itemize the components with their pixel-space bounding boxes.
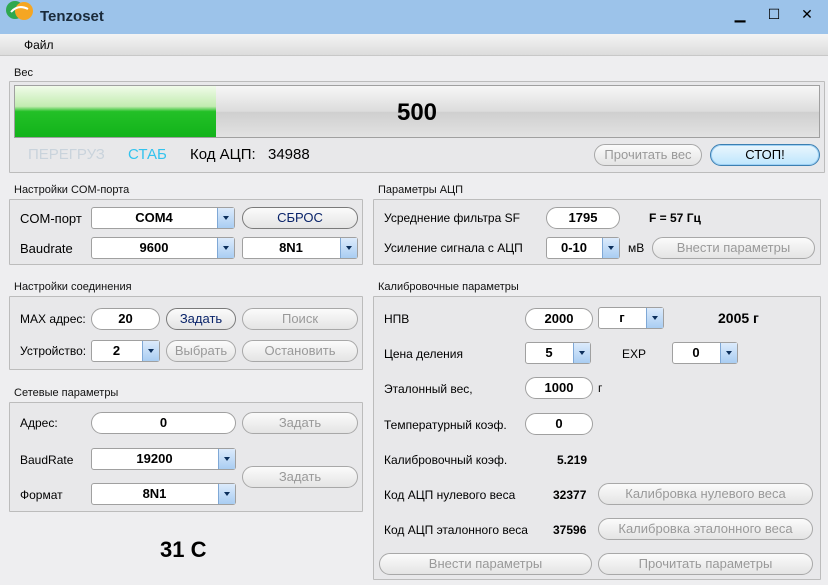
filter-label: Усреднение фильтра SF	[384, 211, 520, 225]
chevron-down-icon[interactable]	[340, 238, 357, 258]
weight-value: 500	[396, 99, 438, 126]
temperature-display: 31 C	[160, 537, 207, 562]
chevron-down-icon[interactable]	[218, 484, 235, 504]
menu-bar: Файл	[0, 34, 828, 56]
stop-button[interactable]: СТОП!	[710, 144, 820, 166]
network-format-value: 8N1	[142, 486, 167, 501]
chevron-down-icon[interactable]	[217, 238, 234, 258]
adc-section-label: Параметры АЦП	[378, 184, 464, 196]
weight-progress-bar: 500	[14, 85, 820, 138]
filter-input[interactable]: 1795	[546, 207, 620, 229]
menu-file[interactable]: Файл	[24, 38, 54, 52]
chevron-down-icon[interactable]	[218, 449, 235, 469]
npv-display: 2005 г	[718, 310, 759, 326]
stop-search-button[interactable]: Остановить	[242, 340, 358, 362]
exp-value: 0	[692, 345, 700, 360]
chevron-down-icon[interactable]	[217, 208, 234, 228]
com-port-label: COM-порт	[20, 211, 82, 226]
app-logo-icon	[6, 1, 33, 20]
apply-calibration-button[interactable]: Внести параметры	[379, 553, 592, 575]
ref-adc-label: Код АЦП эталонного веса	[384, 523, 528, 537]
network-baudrate-label: BaudRate	[20, 453, 74, 467]
npv-unit-value: г	[619, 310, 625, 325]
zero-calibration-button[interactable]: Калибровка нулевого веса	[598, 483, 813, 505]
chevron-down-icon[interactable]	[573, 343, 590, 363]
network-baudrate-value: 19200	[136, 451, 173, 466]
ref-calibration-button[interactable]: Калибровка эталонного веса	[598, 518, 813, 540]
npv-unit-select[interactable]: г	[598, 307, 664, 329]
title-bar: Tenzoset ▁ ☐ ✕	[0, 0, 828, 34]
calibration-section-label: Калибровочные параметры	[378, 281, 519, 293]
select-device-button[interactable]: Выбрать	[166, 340, 236, 362]
com-port-select[interactable]: COM4	[91, 207, 235, 229]
exp-label: EXP	[622, 347, 647, 361]
set-network-button[interactable]: Задать	[242, 466, 358, 488]
connection-section-label: Настройки соединения	[14, 281, 132, 293]
chevron-down-icon[interactable]	[142, 341, 159, 361]
search-button[interactable]: Поиск	[242, 308, 358, 330]
apply-adc-button[interactable]: Внести параметры	[652, 237, 815, 259]
set-address-button[interactable]: Задать	[242, 412, 358, 434]
zero-adc-value: 32377	[553, 488, 587, 502]
close-button[interactable]: ✕	[793, 3, 821, 25]
ref-adc-value: 37596	[553, 523, 587, 537]
format-value: 8N1	[279, 240, 303, 255]
calib-coef-value: 5.219	[557, 453, 588, 467]
address-input[interactable]: 0	[91, 412, 236, 434]
temp-coef-input[interactable]: 0	[525, 413, 593, 435]
network-section-label: Сетевые параметры	[14, 387, 119, 399]
gain-unit: мВ	[628, 241, 645, 255]
stable-indicator: СТАБ	[128, 146, 167, 163]
device-select[interactable]: 2	[91, 340, 160, 362]
device-value: 2	[112, 343, 121, 358]
read-weight-button[interactable]: Прочитать вес	[594, 144, 702, 166]
network-format-select[interactable]: 8N1	[91, 483, 236, 505]
calib-coef-label: Калибровочный коэф.	[384, 453, 508, 467]
com-port-value: COM4	[135, 210, 173, 225]
reset-button[interactable]: СБРОС	[242, 207, 358, 229]
division-value: 5	[545, 345, 553, 360]
temp-coef-label: Температурный коэф.	[384, 418, 507, 432]
division-label: Цена деления	[384, 347, 463, 361]
device-label: Устройство:	[20, 344, 87, 358]
baudrate-value: 9600	[139, 240, 169, 255]
weight-section-label: Вес	[14, 67, 33, 79]
maximize-button[interactable]: ☐	[760, 3, 788, 25]
ref-weight-label: Эталонный вес,	[384, 382, 473, 396]
set-max-address-button[interactable]: Задать	[166, 308, 236, 330]
window-title: Tenzoset	[40, 8, 104, 25]
gain-select[interactable]: 0-10	[546, 237, 620, 259]
frequency-value: F = 57 Гц	[649, 211, 701, 225]
address-label: Адрес:	[20, 416, 58, 430]
network-format-label: Формат	[20, 488, 63, 502]
format-select[interactable]: 8N1	[242, 237, 358, 259]
chevron-down-icon[interactable]	[646, 308, 663, 328]
network-baudrate-select[interactable]: 19200	[91, 448, 236, 470]
npv-label: НПВ	[384, 312, 410, 326]
max-address-label: MAX адрес:	[20, 312, 86, 326]
gain-label: Усиление сигнала с АЦП	[384, 241, 523, 255]
npv-input[interactable]: 2000	[525, 308, 593, 330]
read-calibration-button[interactable]: Прочитать параметры	[598, 553, 813, 575]
max-address-input[interactable]: 20	[91, 308, 160, 330]
ref-weight-unit: г	[598, 381, 603, 395]
ref-weight-input[interactable]: 1000	[525, 377, 593, 399]
adc-code-value: 34988	[268, 146, 310, 163]
adc-code-label: Код АЦП:	[190, 146, 256, 163]
baudrate-label: Baudrate	[20, 241, 73, 256]
chevron-down-icon[interactable]	[720, 343, 737, 363]
overload-indicator: ПЕРЕГРУЗ	[28, 146, 105, 163]
zero-adc-label: Код АЦП нулевого веса	[384, 488, 516, 502]
chevron-down-icon[interactable]	[602, 238, 619, 258]
com-section-label: Настройки COM-порта	[14, 184, 130, 196]
baudrate-select[interactable]: 9600	[91, 237, 235, 259]
division-select[interactable]: 5	[525, 342, 591, 364]
minimize-button[interactable]: ▁	[726, 3, 754, 25]
gain-value: 0-10	[560, 240, 588, 255]
exp-select[interactable]: 0	[672, 342, 738, 364]
